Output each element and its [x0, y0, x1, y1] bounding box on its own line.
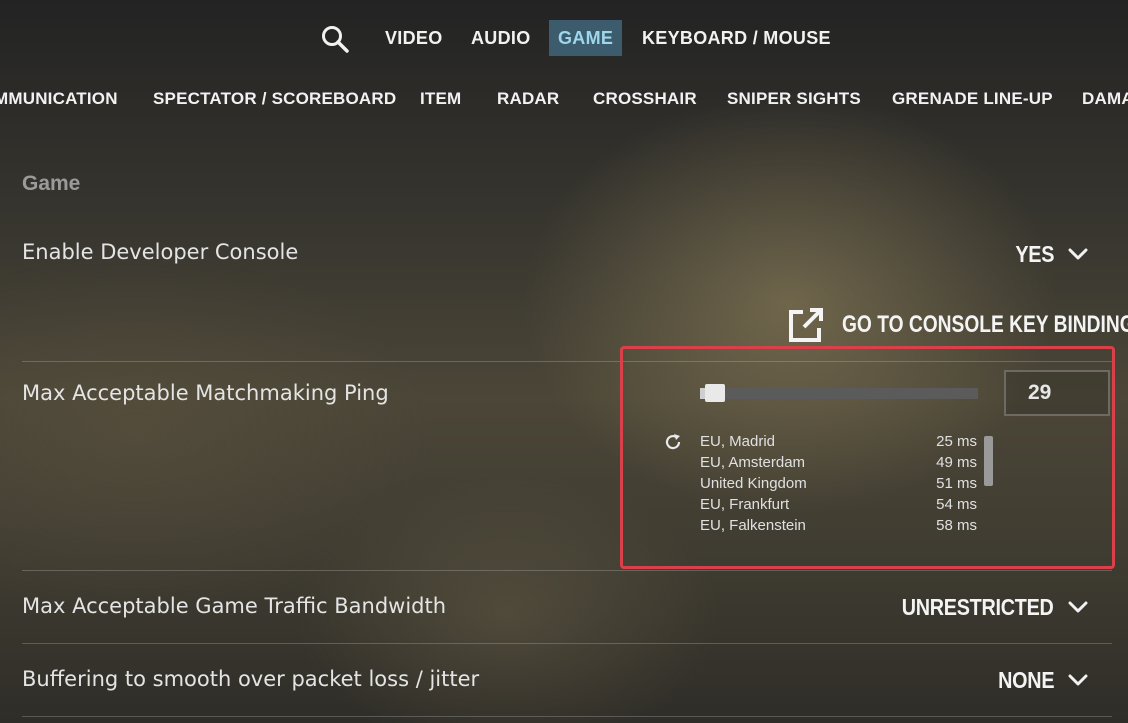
subtab-grenade-line-up[interactable]: GRENADE LINE-UP [892, 82, 1053, 116]
tab-keyboard-mouse[interactable]: KEYBOARD / MOUSE [642, 20, 831, 56]
traffic-bandwidth-dropdown[interactable]: UNRESTRICTED [877, 589, 1088, 625]
buffering-value: NONE [997, 666, 1054, 693]
traffic-bandwidth-label: Max Acceptable Game Traffic Bandwidth [22, 594, 447, 618]
traffic-bandwidth-value: UNRESTRICTED [902, 593, 1054, 620]
tab-game[interactable]: GAME [549, 20, 623, 56]
subtab-damage[interactable]: DAMA [1082, 82, 1128, 116]
highlight-box [620, 346, 1115, 569]
developer-console-value: YES [1015, 240, 1054, 267]
external-link-icon [789, 308, 823, 342]
subtab-spectator-scoreboard[interactable]: SPECTATOR / SCOREBOARD [153, 82, 396, 116]
matchmaking-ping-label: Max Acceptable Matchmaking Ping [22, 381, 389, 405]
subtab-crosshair[interactable]: CROSSHAIR [593, 82, 697, 116]
chevron-down-icon [1068, 248, 1088, 260]
console-key-binding-link[interactable]: GO TO CONSOLE KEY BINDING [786, 305, 1128, 345]
chevron-down-icon [1068, 674, 1088, 686]
subtab-communication[interactable]: MMUNICATION [0, 82, 118, 116]
search-icon[interactable] [320, 24, 350, 54]
divider [22, 643, 1112, 644]
developer-console-label: Enable Developer Console [22, 240, 299, 264]
divider [22, 570, 1112, 571]
section-title: Game [22, 172, 81, 195]
sub-navigation: MMUNICATION SPECTATOR / SCOREBOARD ITEM … [0, 82, 1128, 116]
subtab-radar[interactable]: RADAR [497, 82, 559, 116]
divider [22, 716, 1112, 717]
subtab-sniper-sights[interactable]: SNIPER SIGHTS [727, 82, 861, 116]
subtab-item[interactable]: ITEM [420, 82, 461, 116]
developer-console-dropdown[interactable]: YES [1009, 236, 1088, 272]
console-key-binding-label: GO TO CONSOLE KEY BINDING [842, 311, 1128, 338]
chevron-down-icon [1068, 601, 1088, 613]
tab-video[interactable]: VIDEO [385, 20, 443, 56]
tab-audio[interactable]: AUDIO [471, 20, 531, 56]
top-navigation: VIDEO AUDIO GAME KEYBOARD / MOUSE [0, 18, 1128, 58]
buffering-dropdown[interactable]: NONE [989, 662, 1088, 698]
buffering-label: Buffering to smooth over packet loss / j… [22, 667, 480, 691]
